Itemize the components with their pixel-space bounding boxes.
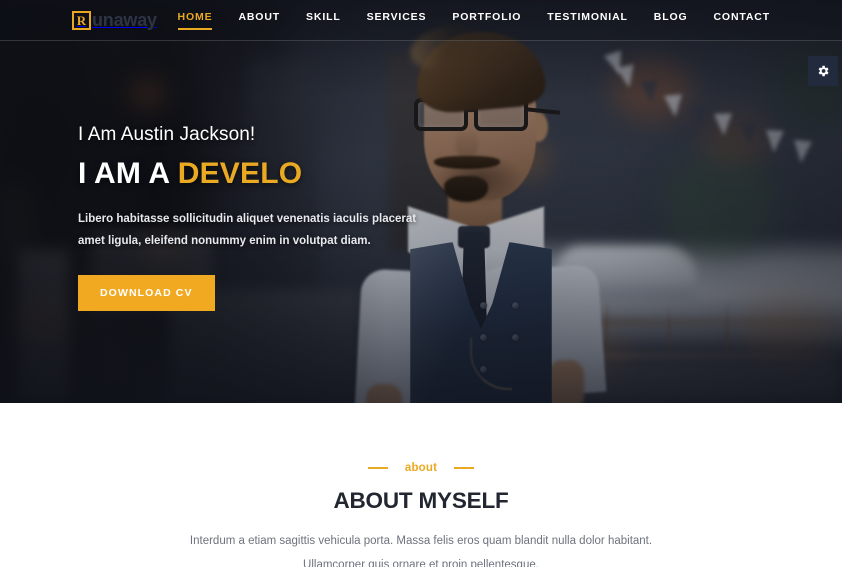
nav-item-blog[interactable]: BLOG [654,11,688,30]
portfolio-landing-page: I Am Austin Jackson! I AM A DEVELO Liber… [0,0,842,567]
hero-title-typed: DEVELO [177,157,303,190]
hero-title: I AM A DEVELO [78,157,498,191]
hero-description: Libero habitasse sollicitudin aliquet ve… [78,213,417,248]
main-navigation: HOME ABOUT SKILL SERVICES PORTFOLIO TEST… [177,11,771,30]
site-header: R unaway HOME ABOUT SKILL SERVICES PORTF… [0,0,842,41]
download-cv-button[interactable]: DOWNLOAD CV [78,274,215,311]
about-title: ABOUT MYSELF [333,488,509,513]
nav-item-portfolio[interactable]: PORTFOLIO [452,11,521,30]
about-eyebrow-label: about [404,462,438,474]
logo-mark-icon: R [72,10,91,30]
about-eyebrow: about [0,462,842,474]
nav-item-about[interactable]: ABOUT [238,11,280,30]
hero-content: I Am Austin Jackson! I AM A DEVELO Liber… [78,124,498,311]
nav-item-home[interactable]: HOME [177,11,213,30]
about-section: about ABOUT MYSELF Interdum a etiam sagi… [0,403,842,567]
gear-icon [818,65,829,77]
divider-dash-right [454,467,475,469]
divider-dash-left [367,467,388,469]
hero-section: I Am Austin Jackson! I AM A DEVELO Liber… [0,0,842,403]
settings-button[interactable] [808,56,838,86]
nav-item-testimonial[interactable]: TESTIMONIAL [547,11,628,30]
hero-title-static: I AM A [78,157,178,190]
logo-text: unaway [92,9,157,30]
hero-greeting: I Am Austin Jackson! [78,124,256,145]
nav-item-services[interactable]: SERVICES [367,11,427,30]
site-logo[interactable]: R unaway [72,10,157,31]
nav-item-contact[interactable]: CONTACT [714,11,771,30]
about-description: Interdum a etiam sagittis vehicula porta… [189,535,653,567]
nav-item-skill[interactable]: SKILL [306,11,341,30]
